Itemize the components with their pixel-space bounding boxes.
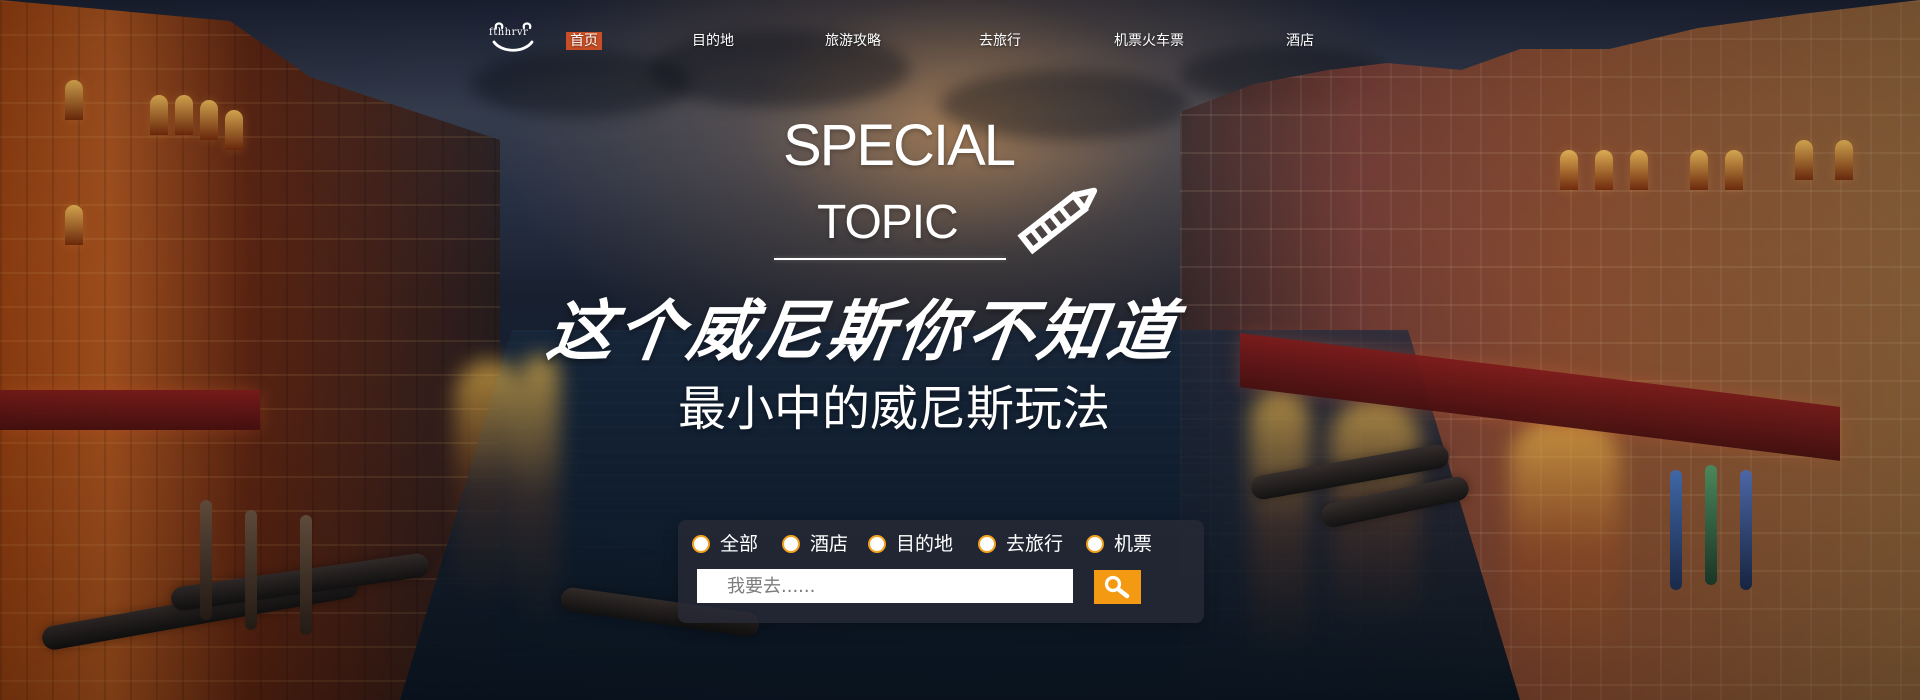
light-reflection: [520, 355, 560, 635]
filter-label: 机票: [1114, 533, 1153, 555]
building-window: [1690, 150, 1708, 190]
building-window: [175, 95, 193, 135]
filter-option-destination[interactable]: 目的地: [868, 530, 953, 558]
nav-destination[interactable]: 目的地: [692, 32, 734, 50]
title-divider: [774, 258, 1006, 260]
light-reflection: [1250, 390, 1310, 660]
mooring-pole: [1705, 465, 1717, 585]
building-window: [1630, 150, 1648, 190]
filter-label: 去旅行: [1006, 533, 1064, 555]
nav-home[interactable]: 首页: [566, 32, 602, 50]
mooring-pole: [200, 500, 212, 620]
light-reflection: [455, 360, 525, 610]
left-awning: [0, 390, 260, 430]
nav-hotel[interactable]: 酒店: [1286, 32, 1314, 50]
radio-button-icon[interactable]: [868, 535, 886, 553]
building-window: [65, 205, 83, 245]
filter-label: 全部: [720, 533, 759, 555]
search-icon: [1104, 575, 1130, 599]
building-window: [1795, 140, 1813, 180]
building-window: [1560, 150, 1578, 190]
filter-option-all[interactable]: 全部: [692, 530, 758, 558]
search-filter-group: 全部 酒店 目的地 去旅行 机票: [692, 530, 1182, 558]
radio-button-icon[interactable]: [692, 535, 710, 553]
radio-button-icon[interactable]: [978, 535, 996, 553]
nav-travel-guide[interactable]: 旅游攻略: [825, 32, 881, 50]
nav-go-travel[interactable]: 去旅行: [979, 32, 1021, 50]
filter-label: 目的地: [896, 533, 954, 555]
mooring-pole: [300, 515, 312, 635]
light-reflection: [1510, 420, 1620, 680]
building-window: [1595, 150, 1613, 190]
building-window: [1835, 140, 1853, 180]
mooring-pole: [245, 510, 257, 630]
hero-banner: fthhrvr 首页 目的地 旅游攻略 去旅行 机票火车票 酒店 SPECIAL…: [0, 0, 1920, 700]
search-input[interactable]: [697, 569, 1073, 603]
sky-cloud: [940, 70, 1190, 140]
search-button[interactable]: [1094, 570, 1141, 604]
building-window: [225, 110, 243, 150]
radio-button-icon[interactable]: [1086, 535, 1104, 553]
logo-text: fthhrvr: [489, 27, 529, 38]
filter-option-flight[interactable]: 机票: [1086, 530, 1152, 558]
building-window: [200, 100, 218, 140]
radio-button-icon[interactable]: [782, 535, 800, 553]
building-window: [150, 95, 168, 135]
filter-label: 酒店: [810, 533, 849, 555]
pencil-icon: [1017, 187, 1098, 255]
nav-flight-train-tickets[interactable]: 机票火车票: [1114, 32, 1184, 50]
search-panel: 全部 酒店 目的地 去旅行 机票: [678, 520, 1204, 623]
filter-option-hotel[interactable]: 酒店: [782, 530, 848, 558]
topic-title: TOPIC: [817, 196, 959, 249]
mooring-pole: [1740, 470, 1752, 590]
filter-option-go-travel[interactable]: 去旅行: [978, 530, 1063, 558]
building-window: [65, 80, 83, 120]
mooring-pole: [1670, 470, 1682, 590]
top-navigation: fthhrvr 首页 目的地 旅游攻略 去旅行 机票火车票 酒店: [486, 18, 1326, 58]
site-logo[interactable]: fthhrvr: [486, 18, 540, 54]
building-window: [1725, 150, 1743, 190]
